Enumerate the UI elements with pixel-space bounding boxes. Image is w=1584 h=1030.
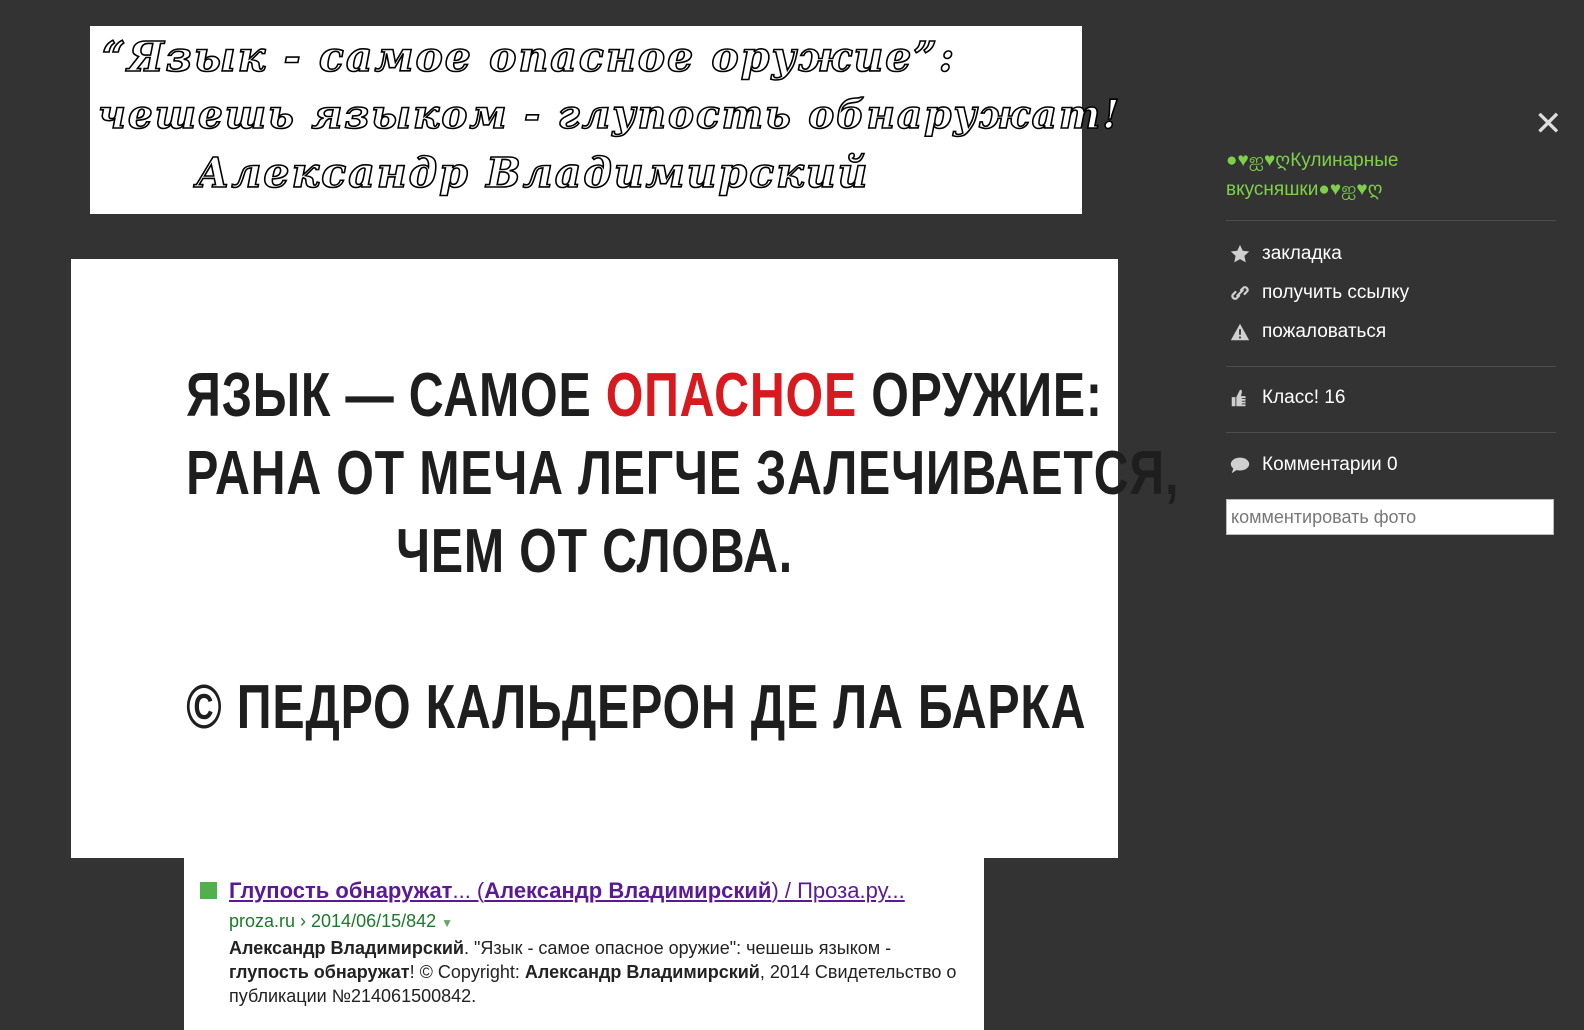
quote-line: ЧЕМ ОТ СЛОВА. (396, 517, 793, 586)
comments-header[interactable]: Комментарии 0 (1228, 453, 1398, 477)
banner-image: “Язык - самое опасное оружие”: чешешь яз… (90, 26, 1122, 214)
comment-input[interactable] (1226, 499, 1554, 535)
report-button[interactable]: пожаловаться (1228, 320, 1386, 344)
desc-bold: Александр Владимирский (229, 938, 464, 958)
search-result-url[interactable]: proza.ru › 2014/06/15/842 ▼ (229, 908, 984, 936)
divider (1226, 220, 1556, 221)
comments-count: Комментарии 0 (1262, 454, 1398, 475)
report-label: пожаловаться (1262, 321, 1387, 342)
bookmark-button[interactable]: закладка (1228, 242, 1342, 266)
divider (1226, 366, 1556, 367)
banner-line: “Язык - самое опасное оружие”: (101, 32, 957, 82)
thumbs-up-icon (1228, 386, 1252, 410)
favicon-icon (200, 882, 217, 899)
warning-icon (1228, 320, 1252, 344)
get-link-label: получить ссылку (1262, 282, 1410, 303)
desc-bold: глупость обнаружат (229, 962, 410, 982)
quote-text: ОРУЖИЕ: (856, 361, 1103, 430)
desc-text: ! © Copyright: (409, 962, 525, 982)
speech-bubble-icon (1228, 453, 1252, 477)
quote-line: ЯЗЫК — САМОЕ ОПАСНОЕ ОРУЖИЕ: (186, 357, 1102, 435)
dropdown-arrow-icon: ▼ (441, 916, 454, 930)
search-result-description: Александр Владимирский. "Язык - самое оп… (229, 936, 969, 1008)
link-icon (1228, 281, 1252, 305)
quote-line: РАНА ОТ МЕЧА ЛЕГЧЕ ЗАЛЕЧИВАЕТСЯ, (186, 439, 1180, 508)
title-part: Александр Владимирский (484, 878, 772, 903)
get-link-button[interactable]: получить ссылку (1228, 281, 1409, 305)
quote-text: ЯЗЫК — САМОЕ (186, 361, 606, 430)
search-result-snippet: Глупость обнаружат... (Александр Владими… (184, 858, 984, 1030)
banner-line: чешешь языком - глупость обнаружат! (97, 91, 1122, 139)
star-icon (1228, 242, 1252, 266)
title-part: ... ( (452, 878, 485, 903)
quote-author: © ПЕДРО КАЛЬДЕРОН ДЕ ЛА БАРКА (186, 673, 1087, 742)
like-button[interactable]: Класс! 16 (1228, 386, 1345, 410)
search-result-title[interactable]: Глупость обнаружат... (Александр Владими… (229, 876, 984, 906)
title-part: ) / Проза.ру... (771, 878, 905, 903)
title-part: Глупость обнаружат (229, 878, 453, 903)
quote-accent-word: ОПАСНОЕ (605, 361, 857, 430)
desc-bold: Александр Владимирский (524, 962, 760, 982)
divider (1226, 432, 1556, 433)
quote-photo[interactable]: ЯЗЫК — САМОЕ ОПАСНОЕ ОРУЖИЕ: РАНА ОТ МЕЧ… (71, 259, 1180, 858)
close-icon[interactable]: ✕ (1534, 107, 1563, 141)
likes-count: Класс! 16 (1262, 387, 1346, 408)
url-text: proza.ru › 2014/06/15/842 (229, 911, 437, 931)
desc-text: . "Язык - самое опасное оружие": чешешь … (463, 938, 892, 958)
banner-line: Александр Владимирский (195, 148, 870, 198)
bookmark-label: закладка (1262, 243, 1342, 264)
group-name-link[interactable]: ●♥ஐ♥ღКулинарные вкусняшки●♥ஐ♥ღ (1226, 146, 1556, 204)
